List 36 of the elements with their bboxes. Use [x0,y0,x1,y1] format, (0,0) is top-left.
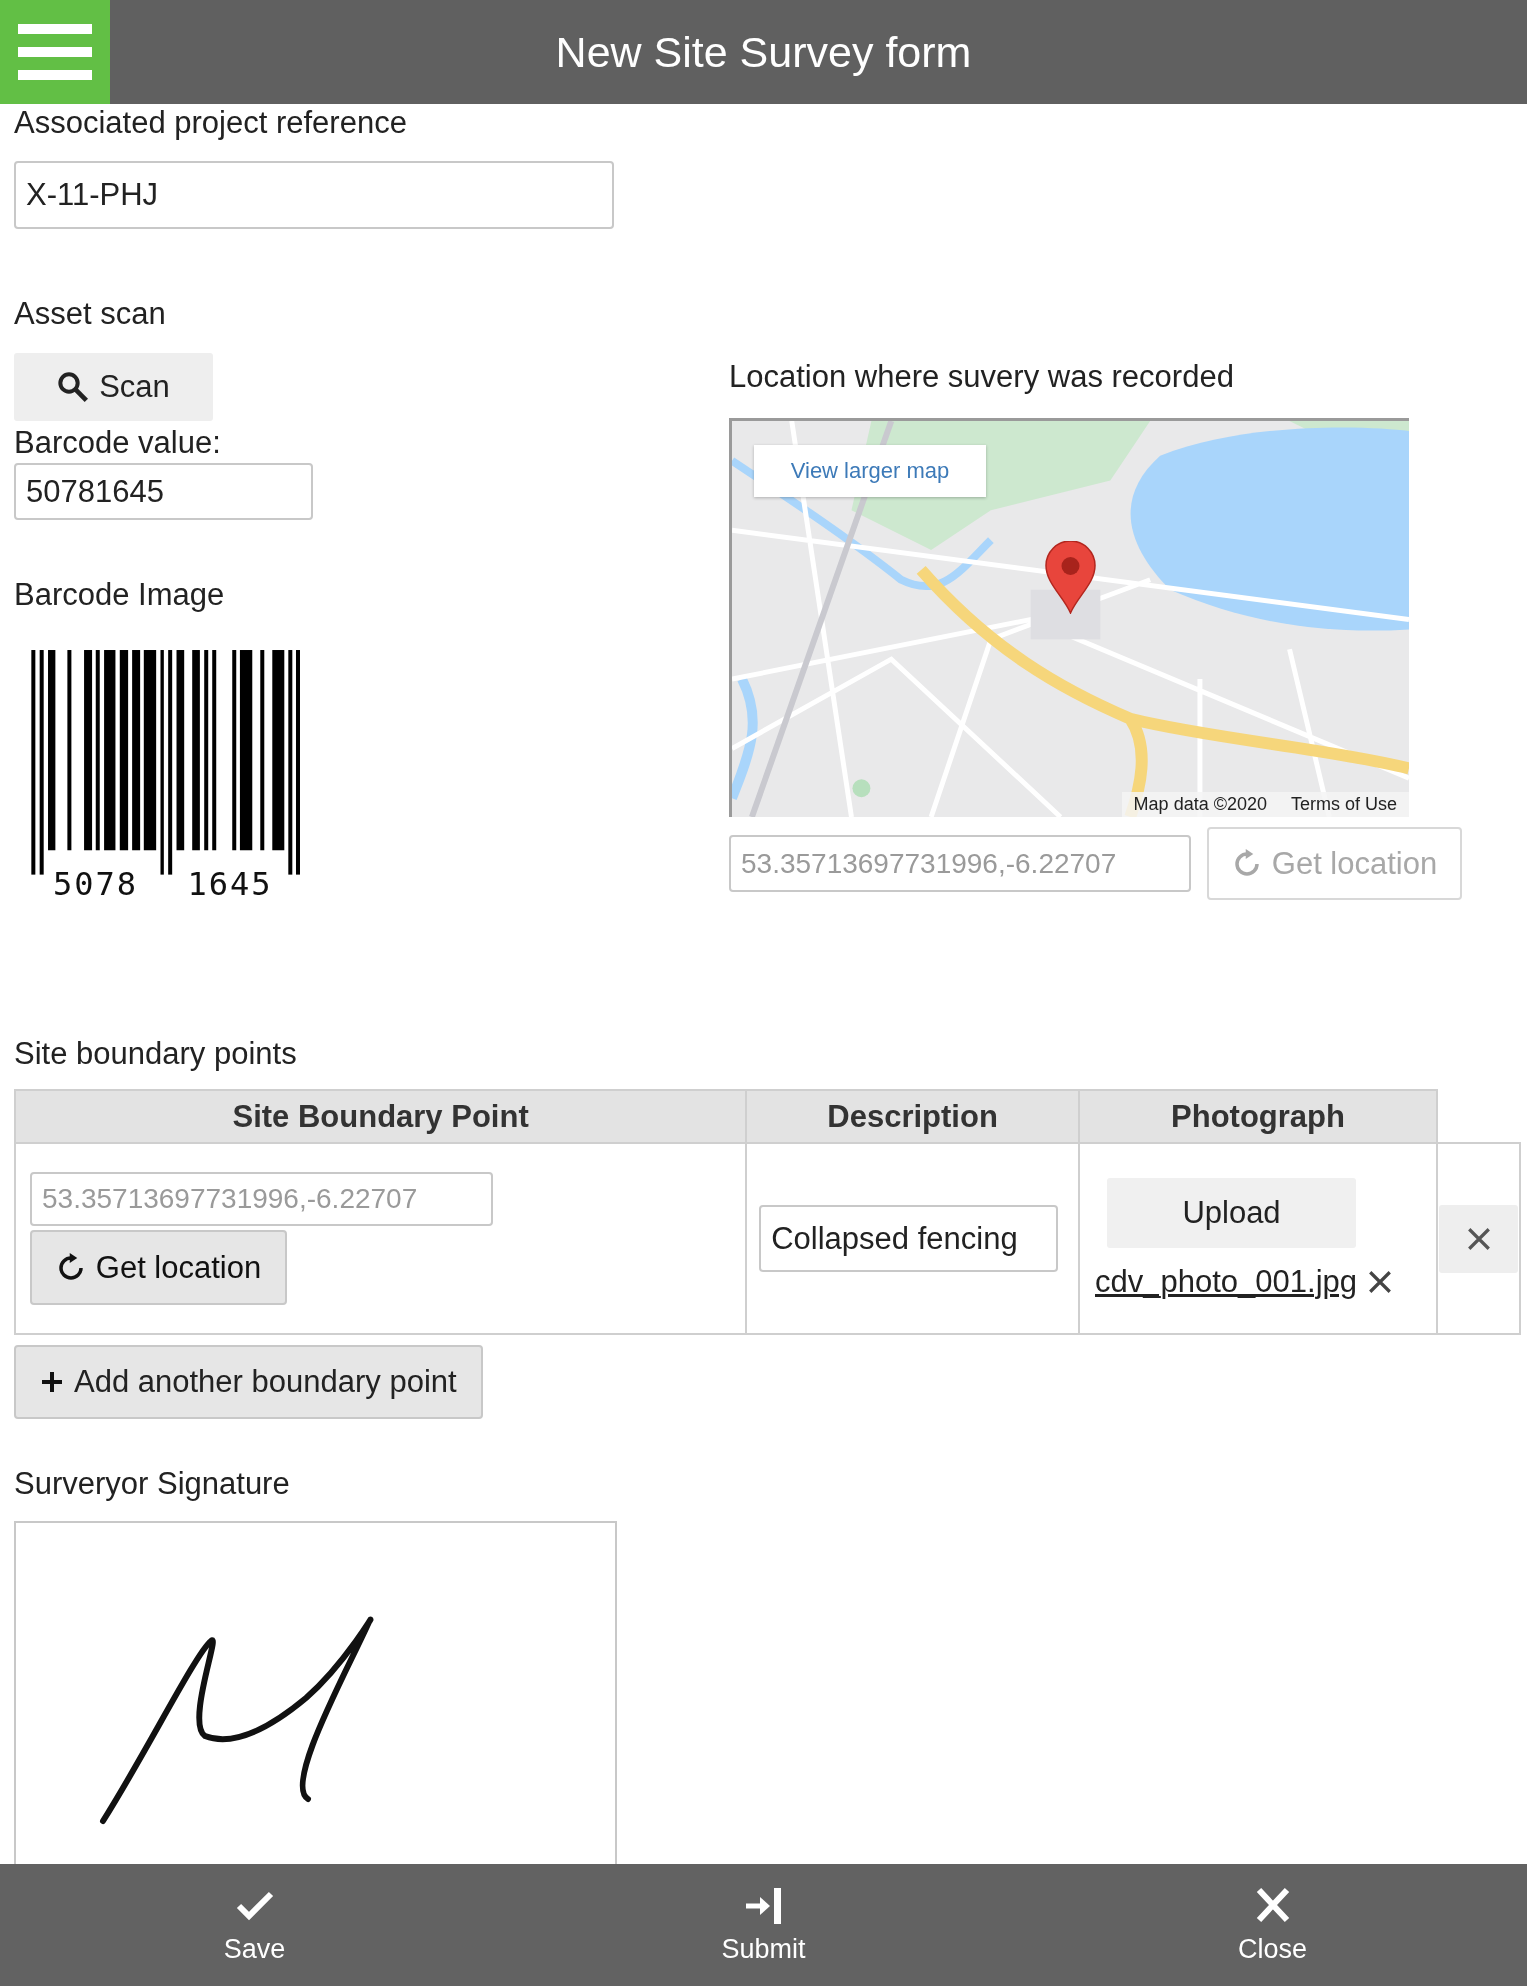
view-larger-map-button[interactable]: View larger map [754,445,986,497]
plus-icon [40,1370,64,1394]
search-icon [57,371,90,403]
map-attribution: Map data ©2020 [1133,794,1267,815]
close-icon [1465,1225,1492,1252]
field-label: Associated project reference [14,105,408,141]
get-location-button[interactable]: Get location [30,1230,287,1305]
column-header: Description [746,1090,1079,1143]
close-icon [1367,1268,1393,1295]
submit-button[interactable]: Submit [509,1864,1018,1986]
scan-button[interactable]: Scan [14,353,213,421]
section-label: Location where suvery was recorded [729,359,1235,395]
project-reference-field[interactable]: X-11-PHJ [14,161,614,229]
photo-link[interactable]: cdv_photo_001.jpg [1095,1263,1357,1300]
terms-link[interactable]: Terms of Use [1290,794,1397,815]
barcode-drawing: 5078 1645 [28,645,305,902]
map-view[interactable]: View larger map Map data ©2020 Terms of Use [729,418,1409,817]
upload-button[interactable]: Upload [1107,1177,1356,1248]
section-label: Barcode Image [14,577,226,613]
add-boundary-point-button[interactable]: Add another boundary point [14,1345,483,1419]
field-label: Barcode value: [14,425,222,461]
description-field[interactable]: Collapsed fencing [759,1205,1059,1272]
barcode-value-field[interactable]: 50781645 [14,463,313,520]
save-button[interactable]: Save [0,1864,509,1986]
close-button[interactable]: Close [1018,1864,1527,1986]
arrow-to-bar-icon [743,1885,784,1926]
window-title: New Site Survey form [554,27,973,78]
remove-row-button[interactable] [1439,1204,1518,1273]
section-label: Asset scan [14,296,167,332]
section-label: Surveryor Signature [14,1466,291,1502]
section-label: Site boundary points [14,1036,298,1072]
map-pin-icon [1045,541,1096,614]
menu-icon [18,24,92,80]
remove-photo-button[interactable] [1367,1268,1393,1295]
column-header: Site Boundary Point [15,1090,747,1143]
column-header: Photograph [1079,1090,1437,1143]
